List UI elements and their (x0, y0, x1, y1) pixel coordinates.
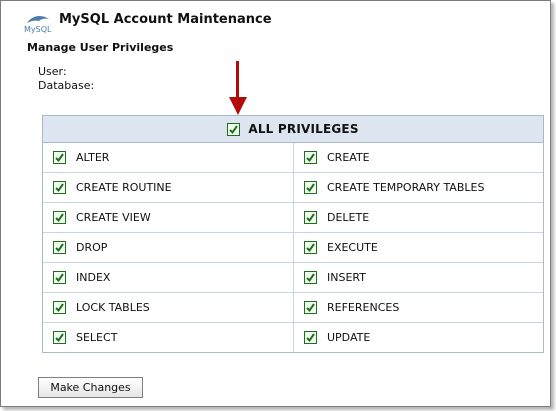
privilege-checkbox[interactable] (304, 301, 317, 314)
privilege-cell: INDEX (43, 263, 293, 292)
privilege-row: ALTER CREATE (43, 143, 543, 172)
privilege-label: LOCK TABLES (76, 301, 150, 314)
make-changes-button[interactable]: Make Changes (38, 377, 143, 398)
privilege-checkbox[interactable] (304, 241, 317, 254)
mysql-logo-text: MySQL (24, 25, 52, 34)
privilege-label: SELECT (76, 331, 118, 344)
privilege-cell: UPDATE (293, 323, 543, 352)
privilege-checkbox[interactable] (53, 271, 66, 284)
privilege-checkbox[interactable] (53, 151, 66, 164)
privilege-cell: CREATE (293, 143, 543, 172)
privilege-cell: CREATE TEMPORARY TABLES (293, 173, 543, 202)
privilege-cell: CREATE ROUTINE (43, 173, 293, 202)
privilege-cell: SELECT (43, 323, 293, 352)
privilege-checkbox[interactable] (304, 271, 317, 284)
privilege-label: DELETE (327, 211, 370, 224)
checkmark-icon (55, 183, 64, 193)
privilege-label: INSERT (327, 271, 366, 284)
privilege-cell: INSERT (293, 263, 543, 292)
database-label: Database: (38, 79, 95, 92)
down-arrow-icon (229, 61, 247, 115)
checkmark-icon (55, 213, 64, 223)
privilege-cell: REFERENCES (293, 293, 543, 322)
checkmark-icon (306, 153, 315, 163)
privilege-row: CREATE ROUTINE CREATE TEMPORARY TABLES (43, 172, 543, 202)
checkmark-icon (55, 153, 64, 163)
checkmark-icon (306, 243, 315, 253)
privilege-checkbox[interactable] (53, 211, 66, 224)
mysql-logo-icon: MySQL (24, 15, 52, 34)
privilege-checkbox[interactable] (304, 211, 317, 224)
app-title: MySQL Account Maintenance (59, 12, 272, 27)
privilege-checkbox[interactable] (53, 331, 66, 344)
privilege-cell: ALTER (43, 143, 293, 172)
all-privileges-checkbox[interactable] (227, 122, 241, 136)
privilege-checkbox[interactable] (53, 181, 66, 194)
privilege-label: UPDATE (327, 331, 371, 344)
privilege-checkbox[interactable] (53, 241, 66, 254)
privilege-row: INDEX INSERT (43, 262, 543, 292)
user-label: User: (38, 65, 67, 78)
privilege-cell: EXECUTE (293, 233, 543, 262)
privilege-checkbox[interactable] (53, 301, 66, 314)
privilege-label: ALTER (76, 151, 110, 164)
privilege-checkbox[interactable] (304, 331, 317, 344)
all-privileges-row: ALL PRIVILEGES (43, 116, 543, 143)
privilege-label: CREATE (327, 151, 370, 164)
privilege-label: DROP (76, 241, 108, 254)
privileges-rows: ALTER CREATE CREATE ROUTINE CREATE TEMPORAR… (43, 143, 543, 352)
privilege-cell: DELETE (293, 203, 543, 232)
checkmark-icon (306, 303, 315, 313)
privilege-checkbox[interactable] (304, 151, 317, 164)
section-title: Manage User Privileges (27, 41, 174, 54)
checkmark-icon (306, 183, 315, 193)
checkmark-icon (229, 124, 239, 134)
checkmark-icon (55, 303, 64, 313)
checkmark-icon (306, 213, 315, 223)
privilege-label: REFERENCES (327, 301, 400, 314)
privilege-row: CREATE VIEW DELETE (43, 202, 543, 232)
all-privileges-label: ALL PRIVILEGES (248, 122, 359, 136)
privilege-row: LOCK TABLES REFERENCES (43, 292, 543, 322)
checkmark-icon (306, 273, 315, 283)
privilege-row: SELECT UPDATE (43, 322, 543, 352)
privilege-cell: CREATE VIEW (43, 203, 293, 232)
checkmark-icon (306, 333, 315, 343)
privilege-cell: DROP (43, 233, 293, 262)
privilege-checkbox[interactable] (304, 181, 317, 194)
privilege-label: INDEX (76, 271, 111, 284)
privilege-row: DROP EXECUTE (43, 232, 543, 262)
privilege-cell: LOCK TABLES (43, 293, 293, 322)
checkmark-icon (55, 273, 64, 283)
checkmark-icon (55, 243, 64, 253)
privileges-grid: ALL PRIVILEGES ALTER CREATE CREATE ROUTINE… (42, 115, 544, 353)
privilege-label: EXECUTE (327, 241, 378, 254)
privilege-label: CREATE ROUTINE (76, 181, 172, 194)
privilege-label: CREATE VIEW (76, 211, 151, 224)
checkmark-icon (55, 333, 64, 343)
window-frame: MySQL MySQL Account Maintenance Manage U… (0, 0, 551, 407)
privilege-label: CREATE TEMPORARY TABLES (327, 181, 485, 194)
